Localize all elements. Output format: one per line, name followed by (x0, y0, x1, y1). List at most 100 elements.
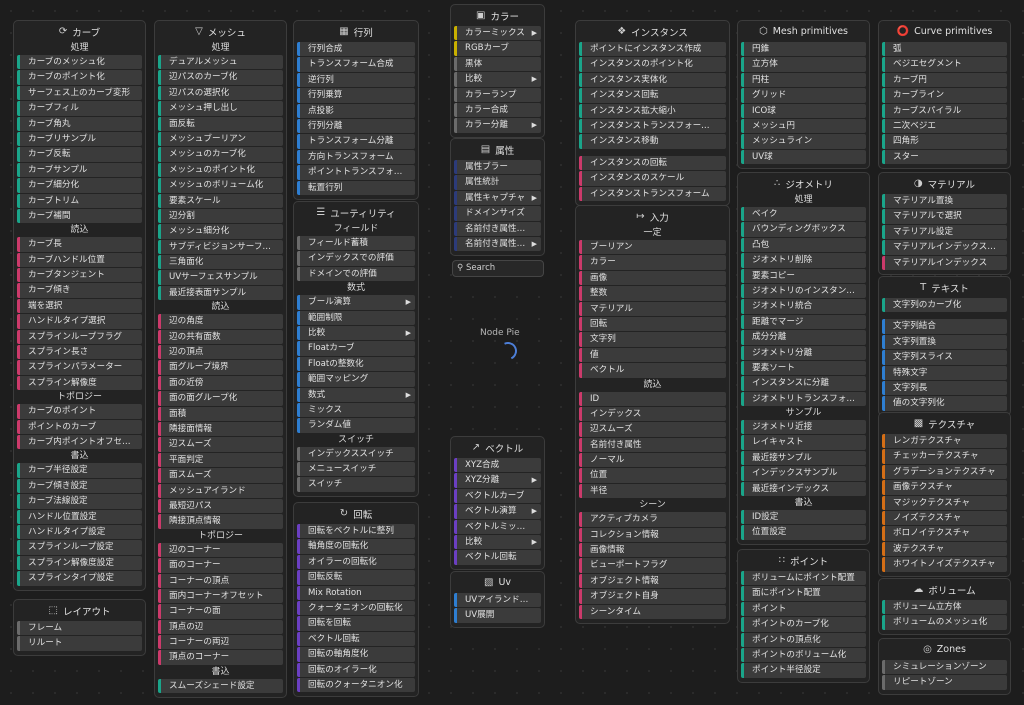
menu-item-curve[interactable]: カーブ傾き (17, 283, 142, 298)
menu-item-rotate[interactable]: 回転のオイラー化 (297, 662, 415, 677)
menu-item-layout[interactable]: フレーム (17, 621, 142, 636)
menu-item-input[interactable]: シーンタイム (579, 604, 726, 619)
menu-item-instance[interactable]: ポイントにインスタンス作成 (579, 42, 726, 57)
menu-item-geometry[interactable]: 最近接サンプル (741, 450, 866, 466)
menu-item-uv[interactable]: UVアイランド梱包 (454, 593, 541, 608)
menu-item-geometry[interactable]: ジオメトリのインスタンス化 (741, 283, 866, 299)
menu-item-geometry[interactable]: ジオメトリ分離 (741, 345, 866, 360)
menu-item-meshprim[interactable]: 立方体 (741, 57, 866, 72)
menu-item-color[interactable]: 黒体 (454, 56, 541, 72)
menu-item-curve[interactable]: サーフェス上のカーブ変形 (17, 85, 142, 101)
menu-item-attribute[interactable]: ドメインサイズ (454, 206, 541, 221)
menu-item-geometry[interactable]: レイキャスト (741, 435, 866, 450)
menu-item-input[interactable]: コレクション情報 (579, 527, 726, 543)
menu-item-vector[interactable]: XYZ合成 (454, 458, 541, 473)
menu-item-vector[interactable]: XYZ分離 ▶ (454, 473, 541, 488)
menu-item-curveprim[interactable]: 弧 (882, 42, 1007, 57)
menu-item-material[interactable]: マテリアル設定 (882, 224, 1007, 240)
menu-item-utility[interactable]: ドメインでの評価 (297, 266, 415, 282)
menu-item-input[interactable]: 半径 (579, 483, 726, 499)
menu-item-input[interactable]: ノーマル (579, 453, 726, 468)
menu-item-texture[interactable]: ホワイトノイズテクスチャ (882, 557, 1007, 572)
menu-item-mesh[interactable]: 辺の頂点 (158, 345, 283, 360)
menu-item-mesh[interactable]: コーナーの頂点 (158, 573, 283, 588)
menu-item-input[interactable]: オブジェクト情報 (579, 573, 726, 589)
menu-item-utility[interactable]: スイッチ (297, 477, 415, 492)
menu-item-input[interactable]: カラー (579, 255, 726, 270)
menu-item-input[interactable]: ブーリアン (579, 240, 726, 255)
menu-item-point[interactable]: ポイント半径設定 (741, 663, 866, 678)
menu-item-matrix[interactable]: 転置行列 (297, 180, 415, 195)
menu-item-meshprim[interactable]: ICO球 (741, 103, 866, 118)
menu-item-input[interactable]: 辺スムーズ (579, 422, 726, 437)
menu-item-utility[interactable]: Floatの整数化 (297, 356, 415, 372)
menu-item-meshprim[interactable]: 円柱 (741, 72, 866, 88)
menu-item-color[interactable]: 比較 ▶ (454, 72, 541, 87)
menu-item-instance[interactable]: インスタンス移動 (579, 134, 726, 149)
menu-item-matrix[interactable]: 点投影 (297, 103, 415, 118)
menu-item-geometry[interactable]: インデックスサンプル (741, 466, 866, 481)
menu-item-curve[interactable]: カーブフィル (17, 101, 142, 116)
menu-item-input[interactable]: 名前付き属性 (579, 437, 726, 453)
menu-item-curveprim[interactable]: ベジエセグメント (882, 57, 1007, 72)
menu-item-mesh[interactable]: 辺パスのカーブ化 (158, 70, 283, 85)
menu-item-point[interactable]: ポイント (741, 601, 866, 617)
menu-item-geometry[interactable]: ジオメトリ統合 (741, 299, 866, 314)
menu-item-utility[interactable]: フィールド蓄積 (297, 236, 415, 251)
menu-item-mesh[interactable]: 辺の角度 (158, 314, 283, 329)
menu-item-rotate[interactable]: ベクトル回転 (297, 631, 415, 647)
menu-item-geometry[interactable]: 最近接インデックス (741, 481, 866, 497)
menu-item-mesh[interactable]: 面の面グループ化 (158, 391, 283, 406)
menu-item-mesh[interactable]: UVサーフェスサンプル (158, 270, 283, 285)
menu-item-geometry[interactable]: ジオメトリ削除 (741, 253, 866, 268)
menu-item-curveprim[interactable]: カーブライン (882, 88, 1007, 103)
menu-item-curve[interactable]: カーブタンジェント (17, 268, 142, 283)
menu-item-texture[interactable]: グラデーションテクスチャ (882, 464, 1007, 480)
menu-item-utility[interactable]: 数式 ▶ (297, 387, 415, 402)
menu-item-curveprim[interactable]: カーブ円 (882, 72, 1007, 88)
menu-item-rotate[interactable]: 軸角度の回転化 (297, 539, 415, 554)
menu-item-geometry[interactable]: ベイク (741, 207, 866, 222)
menu-item-geometry[interactable]: 成分分離 (741, 330, 866, 345)
menu-item-color[interactable]: カラーミックス ▶ (454, 26, 541, 41)
menu-item-text[interactable]: 文字列のカーブ化 (882, 298, 1007, 313)
menu-item-matrix[interactable]: 行列分離 (297, 118, 415, 134)
menu-item-meshprim[interactable]: 円錐 (741, 42, 866, 57)
menu-item-mesh[interactable]: スムーズシェード設定 (158, 678, 283, 694)
menu-item-point[interactable]: ポイントのボリューム化 (741, 647, 866, 663)
menu-item-geometry[interactable]: ID設定 (741, 510, 866, 525)
menu-item-mesh[interactable]: 頂点のコーナー (158, 650, 283, 665)
menu-item-input[interactable]: ベクトル (579, 363, 726, 378)
menu-item-utility[interactable]: ランダム値 (297, 418, 415, 433)
menu-item-text[interactable]: 値の文字列化 (882, 396, 1007, 411)
menu-item-utility[interactable]: インデックススイッチ (297, 446, 415, 462)
menu-item-matrix[interactable]: トランスフォーム分離 (297, 134, 415, 149)
menu-item-mesh[interactable]: メッシュ細分化 (158, 224, 283, 239)
menu-item-utility[interactable]: インデックスでの評価 (297, 251, 415, 266)
menu-item-zones[interactable]: リピートゾーン (882, 675, 1007, 690)
menu-item-matrix[interactable]: 行列乗算 (297, 88, 415, 103)
menu-item-mesh[interactable]: メッシュアイランド (158, 483, 283, 498)
menu-item-vector[interactable]: ベクトル演算 ▶ (454, 504, 541, 519)
menu-item-curve[interactable]: ハンドルタイプ設定 (17, 524, 142, 540)
menu-item-mesh[interactable]: メッシュ押し出し (158, 101, 283, 116)
menu-item-color[interactable]: RGBカーブ (454, 41, 541, 56)
menu-item-matrix[interactable]: トランスフォーム合成 (297, 57, 415, 72)
menu-item-color[interactable]: カラー分離 ▶ (454, 118, 541, 133)
menu-item-curve[interactable]: カーブ傾き設定 (17, 478, 142, 494)
menu-item-texture[interactable]: マジックテクスチャ (882, 495, 1007, 510)
menu-item-uv[interactable]: UV展開 (454, 608, 541, 623)
menu-item-attribute[interactable]: 属性キャプチャ ▶ (454, 190, 541, 206)
menu-item-vector[interactable]: 比較 ▶ (454, 534, 541, 550)
menu-item-meshprim[interactable]: UV球 (741, 149, 866, 165)
menu-item-rotate[interactable]: 回転をベクトルに整列 (297, 524, 415, 539)
menu-item-input[interactable]: アクティブカメラ (579, 512, 726, 527)
menu-item-curve[interactable]: ポイントのカーブ (17, 419, 142, 434)
menu-item-utility[interactable]: メニュースイッチ (297, 462, 415, 477)
menu-item-rotate[interactable]: クォータニオンの回転化 (297, 600, 415, 616)
menu-item-curve[interactable]: スプライン解像度設定 (17, 555, 142, 571)
menu-item-mesh[interactable]: メッシュのカーブ化 (158, 147, 283, 162)
menu-item-vector[interactable]: ベクトル回転 (454, 550, 541, 565)
menu-item-texture[interactable]: 画像テクスチャ (882, 480, 1007, 495)
menu-item-attribute[interactable]: 属性ブラー (454, 160, 541, 175)
